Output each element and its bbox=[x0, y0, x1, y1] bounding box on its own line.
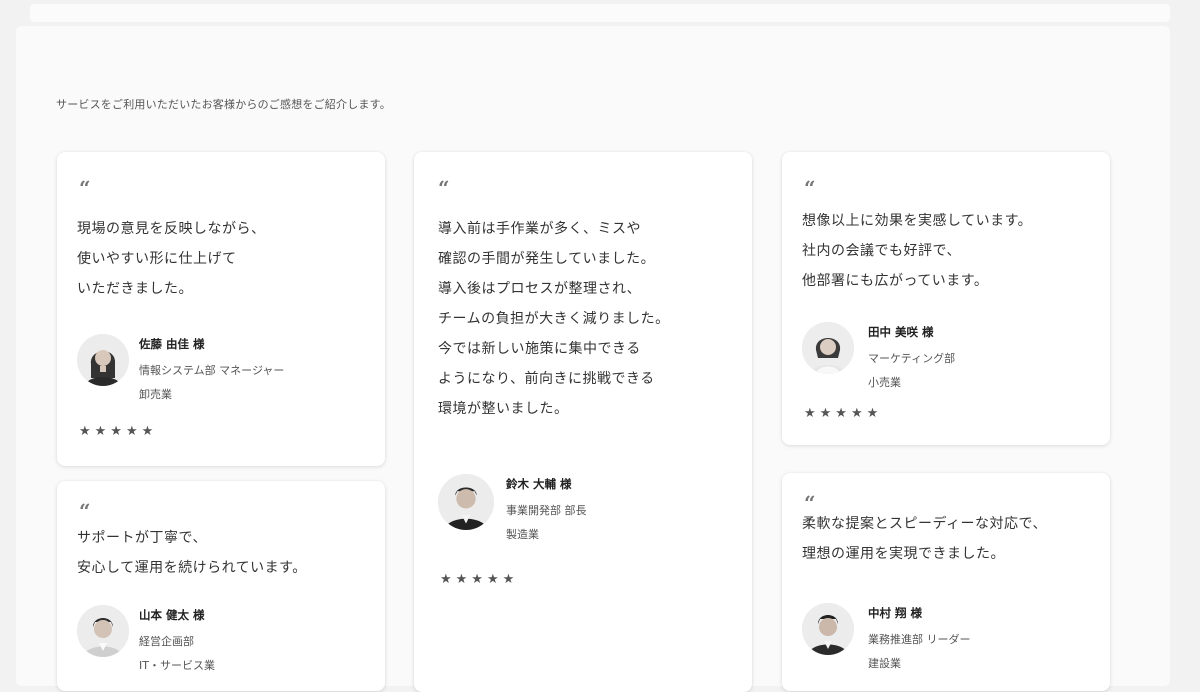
customer-info: 田中 美咲 様 マーケティング部 小売業 bbox=[868, 324, 955, 395]
customer-industry: IT・サービス業 bbox=[139, 659, 215, 672]
rating-stars: ★★★★★ bbox=[804, 406, 883, 421]
customer-department: マーケティング部 bbox=[868, 352, 956, 365]
quote-icon: “ bbox=[79, 499, 91, 523]
testimonial-card: “ 想像以上に効果を実感しています。 社内の会議でも好評で、 他部署にも広がって… bbox=[782, 152, 1110, 445]
avatar bbox=[77, 605, 129, 657]
customer-name: 佐藤 由佳 様 bbox=[139, 337, 205, 351]
top-bar bbox=[30, 4, 1170, 22]
quote-icon: “ bbox=[79, 176, 91, 200]
avatar bbox=[77, 334, 129, 386]
customer-info: 中村 翔 様 業務推進部 リーダー 建設業 bbox=[868, 605, 971, 676]
quote-icon: “ bbox=[438, 176, 450, 200]
testimonial-text: 現場の意見を反映しながら、 使いやすい形に仕上げて いただきました。 bbox=[77, 221, 266, 297]
customer-department: 業務推進部 リーダー bbox=[868, 633, 971, 646]
avatar bbox=[802, 603, 854, 655]
customer-name: 山本 健太 様 bbox=[139, 608, 205, 622]
testimonial-text: 想像以上に効果を実感しています。 社内の会議でも好評で、 他部署にも広がっていま… bbox=[802, 213, 1033, 289]
rating-stars: ★★★★★ bbox=[440, 572, 519, 587]
customer-department: 情報システム部 マネージャー bbox=[139, 364, 285, 377]
customer-department: 経営企画部 bbox=[139, 635, 194, 648]
customer-industry: 卸売業 bbox=[139, 388, 172, 401]
avatar bbox=[802, 322, 854, 374]
section-intro: サービスをご利用いただいたお客様からのご感想をご紹介します。 bbox=[56, 98, 391, 111]
customer-industry: 製造業 bbox=[506, 528, 539, 541]
customer-info: 鈴木 大輔 様 事業開発部 部長 製造業 bbox=[506, 476, 587, 547]
testimonial-text: サポートが丁寧で、 安心して運用を続けられています。 bbox=[77, 530, 307, 576]
customer-industry: 建設業 bbox=[868, 657, 901, 670]
quote-icon: “ bbox=[804, 176, 816, 200]
testimonial-card: “ 導入前は手作業が多く、ミスや 確認の手間が発生していました。 導入後はプロセ… bbox=[414, 152, 752, 692]
testimonial-card: “ サポートが丁寧で、 安心して運用を続けられています。 山本 健太 様 経営企… bbox=[57, 481, 385, 691]
rating-stars: ★★★★★ bbox=[79, 424, 158, 439]
customer-name: 田中 美咲 様 bbox=[868, 325, 934, 339]
customer-department: 事業開発部 部長 bbox=[506, 504, 587, 517]
avatar bbox=[438, 474, 494, 530]
testimonial-card: “ 現場の意見を反映しながら、 使いやすい形に仕上げて いただきました。 佐藤 … bbox=[57, 152, 385, 466]
customer-info: 山本 健太 様 経営企画部 IT・サービス業 bbox=[139, 607, 215, 678]
testimonial-card: “ 柔軟な提案とスピーディーな対応で、 理想の運用を実現できました。 中村 翔 … bbox=[782, 473, 1110, 691]
testimonial-text: 導入前は手作業が多く、ミスや 確認の手間が発生していました。 導入後はプロセスが… bbox=[438, 221, 670, 417]
customer-name: 中村 翔 様 bbox=[868, 606, 923, 620]
customer-name: 鈴木 大輔 様 bbox=[506, 477, 572, 491]
customer-info: 佐藤 由佳 様 情報システム部 マネージャー 卸売業 bbox=[139, 336, 284, 407]
customer-industry: 小売業 bbox=[868, 376, 901, 389]
testimonial-text: 柔軟な提案とスピーディーな対応で、 理想の運用を実現できました。 bbox=[802, 516, 1047, 562]
